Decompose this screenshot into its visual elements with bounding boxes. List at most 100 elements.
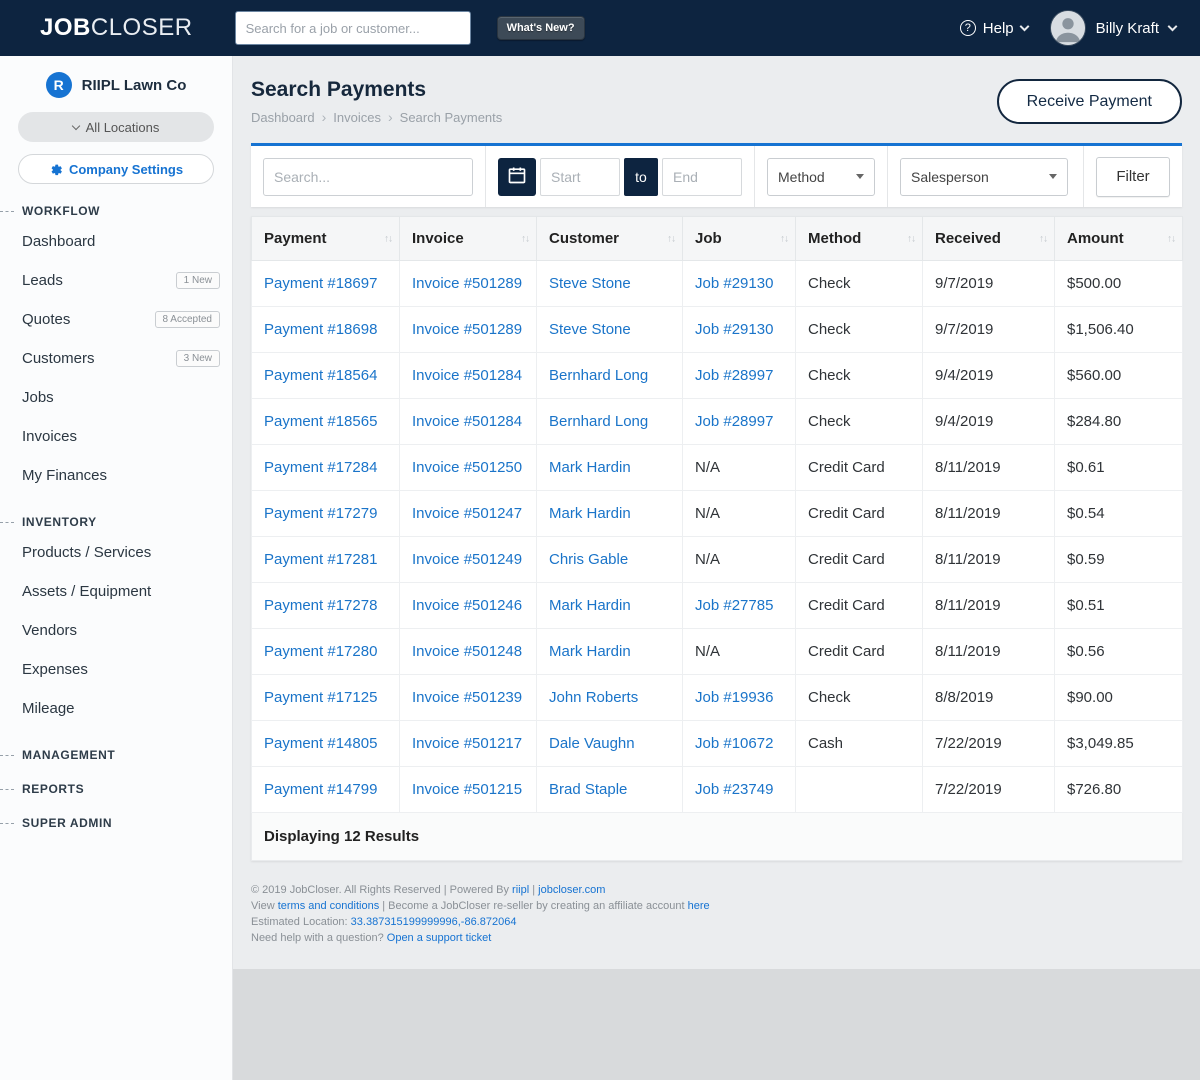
payment-link[interactable]: Payment #14799 [264,781,377,798]
job-link[interactable]: Job #27785 [695,597,773,614]
sidebar-item-vendors[interactable]: Vendors [0,611,232,650]
customer-link[interactable]: Mark Hardin [549,597,631,614]
customer-link[interactable]: Mark Hardin [549,459,631,476]
sort-icon[interactable]: ↑↓ [667,233,675,244]
customer-link[interactable]: Brad Staple [549,781,627,798]
invoice-link[interactable]: Invoice #501215 [412,781,522,798]
invoice-link[interactable]: Invoice #501289 [412,321,522,338]
column-header-payment[interactable]: Payment↑↓ [252,217,400,261]
payment-link[interactable]: Payment #18565 [264,413,377,430]
job-link[interactable]: Job #10672 [695,735,773,752]
job-link[interactable]: Job #19936 [695,689,773,706]
method-select[interactable]: Method [767,158,875,196]
sidebar-item-expenses[interactable]: Expenses [0,650,232,689]
job-link[interactable]: Job #29130 [695,275,773,292]
sidebar-item-quotes[interactable]: Quotes8 Accepted [0,300,232,339]
breadcrumb-item[interactable]: Dashboard [251,110,315,125]
sidebar-item-customers[interactable]: Customers3 New [0,339,232,378]
location-link[interactable]: 33.387315199999996,-86.872064 [351,916,517,928]
salesperson-select[interactable]: Salesperson [900,158,1068,196]
riipl-link[interactable]: riipl [512,884,529,896]
sort-icon[interactable]: ↑↓ [1167,233,1175,244]
sort-icon[interactable]: ↑↓ [907,233,915,244]
invoice-link[interactable]: Invoice #501249 [412,551,522,568]
customer-link[interactable]: Bernhard Long [549,367,648,384]
job-link[interactable]: Job #28997 [695,413,773,430]
sidebar-item-leads[interactable]: Leads1 New [0,261,232,300]
nav-section-management[interactable]: MANAGEMENT [0,748,232,762]
sidebar-item-mileage[interactable]: Mileage [0,689,232,728]
job-link[interactable]: Job #23749 [695,781,773,798]
customer-link[interactable]: Dale Vaughn [549,735,635,752]
all-locations-dropdown[interactable]: All Locations [18,112,214,142]
payment-link[interactable]: Payment #14805 [264,735,377,752]
affiliate-here-link[interactable]: here [688,900,710,912]
customer-link[interactable]: Bernhard Long [549,413,648,430]
payments-search-input[interactable] [263,158,473,196]
sidebar-item-products-services[interactable]: Products / Services [0,533,232,572]
terms-link[interactable]: terms and conditions [278,900,380,912]
invoice-link[interactable]: Invoice #501284 [412,367,522,384]
payment-link[interactable]: Payment #17125 [264,689,377,706]
payment-link[interactable]: Payment #17280 [264,643,377,660]
user-menu[interactable]: Billy Kraft [1050,10,1176,46]
invoice-link[interactable]: Invoice #501247 [412,505,522,522]
payment-link[interactable]: Payment #18564 [264,367,377,384]
column-header-invoice[interactable]: Invoice↑↓ [400,217,537,261]
payment-link[interactable]: Payment #18697 [264,275,377,292]
nav-section-reports[interactable]: REPORTS [0,782,232,796]
jobcloser-site-link[interactable]: jobcloser.com [538,884,605,896]
nav-section-super-admin[interactable]: SUPER ADMIN [0,816,232,830]
job-link[interactable]: Job #29130 [695,321,773,338]
calendar-button[interactable] [498,158,536,196]
invoice-link[interactable]: Invoice #501217 [412,735,522,752]
breadcrumb-item[interactable]: Invoices [333,110,381,125]
column-header-received[interactable]: Received↑↓ [923,217,1055,261]
customer-link[interactable]: Mark Hardin [549,505,631,522]
customer-link[interactable]: Chris Gable [549,551,628,568]
invoice-link[interactable]: Invoice #501239 [412,689,522,706]
payment-link[interactable]: Payment #17279 [264,505,377,522]
invoice-link[interactable]: Invoice #501250 [412,459,522,476]
sidebar-item-dashboard[interactable]: Dashboard [0,222,232,261]
nav-section-inventory[interactable]: INVENTORY [0,515,232,529]
company-settings-button[interactable]: Company Settings [18,154,214,184]
invoice-link[interactable]: Invoice #501284 [412,413,522,430]
start-date-input[interactable] [540,158,620,196]
sidebar-item-assets-equipment[interactable]: Assets / Equipment [0,572,232,611]
jobcloser-logo[interactable]: JOBCLOSER [40,14,193,42]
column-header-amount[interactable]: Amount↑↓ [1055,217,1183,261]
column-header-method[interactable]: Method↑↓ [796,217,923,261]
end-date-input[interactable] [662,158,742,196]
sort-icon[interactable]: ↑↓ [780,233,788,244]
invoice-link[interactable]: Invoice #501246 [412,597,522,614]
whats-new-button[interactable]: What's New? [497,16,585,40]
company-selector[interactable]: R RIIPL Lawn Co [0,72,232,98]
job-link[interactable]: Job #28997 [695,367,773,384]
sidebar-item-jobs[interactable]: Jobs [0,378,232,417]
sort-icon[interactable]: ↑↓ [1039,233,1047,244]
sort-icon[interactable]: ↑↓ [521,233,529,244]
help-menu[interactable]: ? Help [960,20,1028,37]
payment-link[interactable]: Payment #17278 [264,597,377,614]
invoice-link[interactable]: Invoice #501248 [412,643,522,660]
support-ticket-link[interactable]: Open a support ticket [387,932,492,944]
column-header-job[interactable]: Job↑↓ [683,217,796,261]
method-cell: Check [796,675,923,721]
filter-button[interactable]: Filter [1096,157,1170,197]
sort-icon[interactable]: ↑↓ [384,233,392,244]
receive-payment-button[interactable]: Receive Payment [997,79,1182,124]
nav-section-workflow[interactable]: WORKFLOW [0,204,232,218]
customer-link[interactable]: Steve Stone [549,275,631,292]
column-header-customer[interactable]: Customer↑↓ [537,217,683,261]
invoice-link[interactable]: Invoice #501289 [412,275,522,292]
global-search-input[interactable] [235,11,471,45]
payment-link[interactable]: Payment #18698 [264,321,377,338]
payment-link[interactable]: Payment #17281 [264,551,377,568]
customer-link[interactable]: Steve Stone [549,321,631,338]
payment-link[interactable]: Payment #17284 [264,459,377,476]
sidebar-item-invoices[interactable]: Invoices [0,417,232,456]
customer-link[interactable]: John Roberts [549,689,638,706]
customer-link[interactable]: Mark Hardin [549,643,631,660]
sidebar-item-my-finances[interactable]: My Finances [0,456,232,495]
